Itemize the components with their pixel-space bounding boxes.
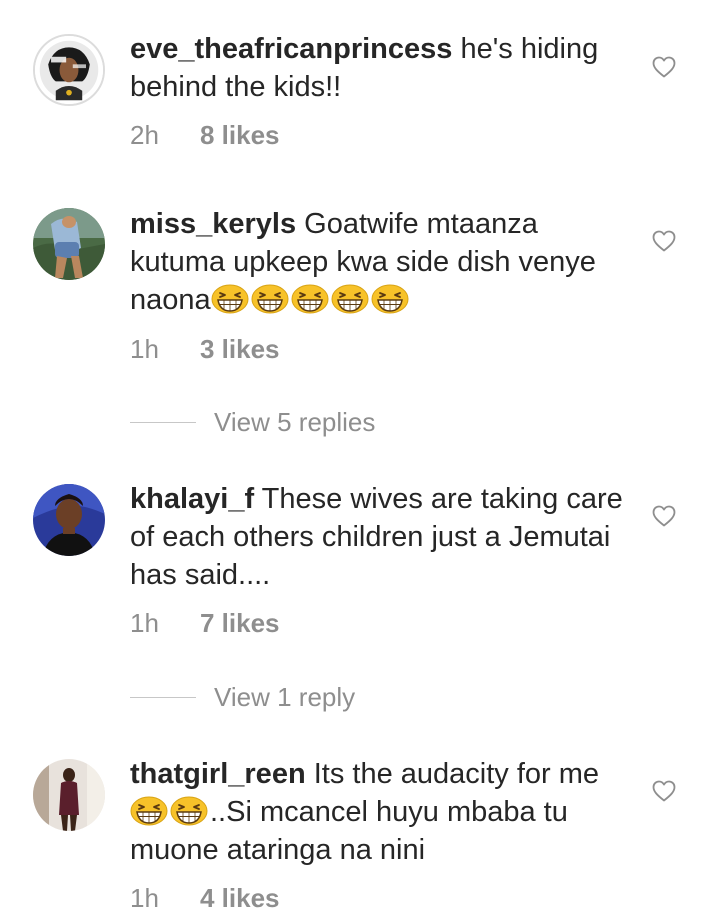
grinning-squinting-face-emoji — [130, 796, 168, 826]
avatar[interactable] — [33, 759, 105, 831]
comment-meta: 1h 4 likes — [130, 883, 280, 914]
comment-time: 2h — [130, 120, 159, 150]
view-replies-button[interactable]: View 5 replies — [130, 402, 375, 442]
emoji-group — [211, 284, 411, 316]
comment-time: 1h — [130, 334, 159, 364]
comment-likes[interactable]: 3 likes — [200, 334, 280, 364]
emoji-group — [130, 796, 210, 828]
comment-text: thatgirl_reen Its the audacity for me ..… — [130, 755, 630, 869]
view-replies-label[interactable]: View 5 replies — [214, 407, 375, 438]
heart-outline-icon[interactable] — [652, 505, 676, 527]
comment-username[interactable]: miss_keryls — [130, 208, 296, 240]
comment-likes[interactable]: 4 likes — [200, 883, 280, 913]
avatar[interactable] — [33, 484, 105, 556]
comment-meta: 1h 7 likes — [130, 608, 280, 639]
comment-text: eve_theafricanprincess he's hiding behin… — [130, 30, 630, 106]
avatar[interactable] — [33, 34, 105, 106]
grinning-squinting-face-emoji — [291, 284, 329, 314]
comment-text: miss_keryls Goatwife mtaanza kutuma upke… — [130, 205, 630, 319]
grinning-squinting-face-emoji — [371, 284, 409, 314]
grinning-squinting-face-emoji — [211, 284, 249, 314]
comment-username[interactable]: eve_theafricanprincess — [130, 33, 452, 65]
grinning-squinting-face-emoji — [251, 284, 289, 314]
heart-outline-icon[interactable] — [652, 230, 676, 252]
grinning-squinting-face-emoji — [170, 796, 208, 826]
replies-divider — [130, 421, 196, 423]
comment-text: khalayi_f These wives are taking care of… — [130, 480, 630, 594]
comment-message: Its the audacity for me — [305, 758, 600, 790]
comment-username[interactable]: thatgirl_reen — [130, 758, 306, 790]
comment-likes[interactable]: 8 likes — [200, 120, 280, 150]
view-replies-label[interactable]: View 1 reply — [214, 682, 355, 713]
heart-outline-icon[interactable] — [652, 56, 676, 78]
grinning-squinting-face-emoji — [331, 284, 369, 314]
replies-divider — [130, 696, 196, 698]
comment-username[interactable]: khalayi_f — [130, 483, 254, 515]
comment-time: 1h — [130, 608, 159, 638]
comment-meta: 1h 3 likes — [130, 334, 280, 365]
comment-time: 1h — [130, 883, 159, 913]
view-replies-button[interactable]: View 1 reply — [130, 677, 355, 717]
avatar[interactable] — [33, 208, 105, 280]
heart-outline-icon[interactable] — [652, 780, 676, 802]
comment-likes[interactable]: 7 likes — [200, 608, 280, 638]
comment-meta: 2h 8 likes — [130, 120, 280, 151]
